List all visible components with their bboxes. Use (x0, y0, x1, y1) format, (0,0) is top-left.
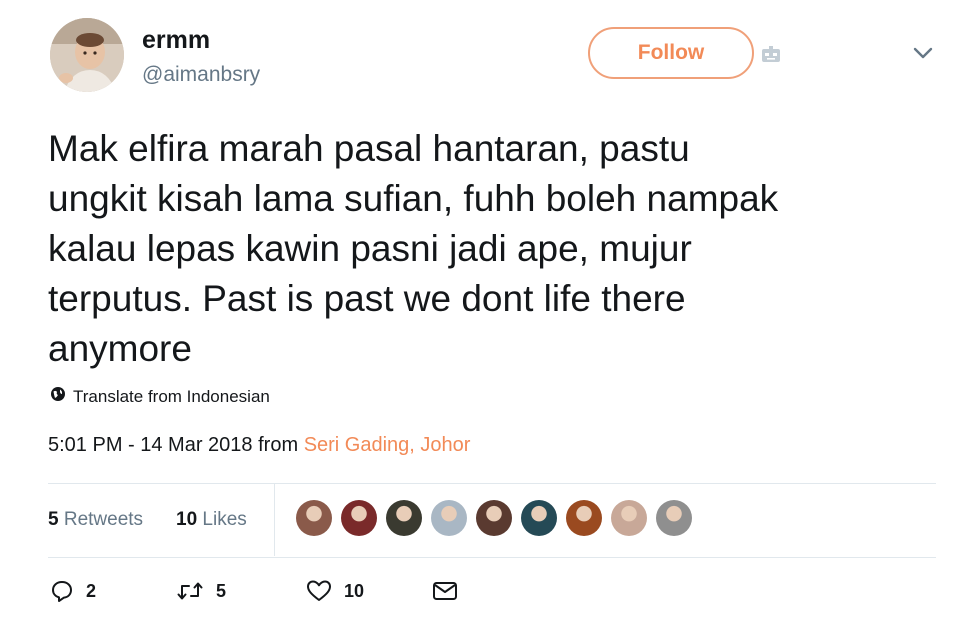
divider-bottom (48, 557, 936, 558)
liker-avatar[interactable] (656, 500, 692, 536)
liker-avatar[interactable] (611, 500, 647, 536)
divider-top (48, 483, 936, 484)
liker-avatar[interactable] (386, 500, 422, 536)
envelope-icon (432, 579, 458, 603)
user-display-name[interactable]: ermm (142, 26, 210, 55)
liker-avatar[interactable] (431, 500, 467, 536)
globe-icon (50, 386, 66, 407)
retweet-icon (176, 579, 204, 603)
tweet-text: Mak elfira marah pasal hantaran, pastu u… (48, 128, 779, 369)
liker-avatar[interactable] (566, 500, 602, 536)
retweet-count: 5 (216, 580, 227, 601)
reply-button[interactable]: 2 (50, 579, 96, 603)
likes-label: Likes (202, 509, 247, 530)
liker-avatar[interactable] (521, 500, 557, 536)
direct-message-button[interactable] (432, 579, 458, 603)
retweets-label: Retweets (63, 509, 144, 530)
liker-avatar[interactable] (341, 500, 377, 536)
liker-avatar[interactable] (476, 500, 512, 536)
like-count: 10 (344, 580, 365, 601)
robot-icon[interactable] (761, 46, 781, 63)
like-button[interactable]: 10 (306, 579, 364, 603)
translate-label: Translate from Indonesian (73, 386, 270, 406)
from-label: from (258, 434, 299, 456)
retweets-stat[interactable]: 5 Retweets (48, 509, 143, 531)
location-link[interactable]: Seri Gading, Johor (304, 434, 471, 456)
chevron-down-icon[interactable] (912, 46, 934, 60)
liker-avatar[interactable] (296, 500, 332, 536)
stats-divider (274, 484, 275, 556)
retweet-button[interactable]: 5 (176, 579, 226, 603)
reply-count: 2 (86, 580, 97, 601)
likes-stat[interactable]: 10 Likes (176, 509, 247, 531)
tweet-meta: 5:01 PM - 14 Mar 2018 from Seri Gading, … (48, 434, 470, 457)
translate-link[interactable]: Translate from Indonesian (50, 386, 270, 407)
user-handle[interactable]: @aimanbsry (142, 63, 260, 87)
likes-count: 10 (176, 509, 198, 530)
timestamp[interactable]: 5:01 PM - 14 Mar 2018 (48, 434, 253, 456)
heart-icon (306, 579, 332, 603)
retweets-count: 5 (48, 509, 59, 530)
avatar[interactable] (50, 18, 124, 92)
follow-button[interactable]: Follow (588, 27, 754, 79)
reply-icon (50, 579, 74, 603)
likers-avatars (296, 500, 692, 536)
